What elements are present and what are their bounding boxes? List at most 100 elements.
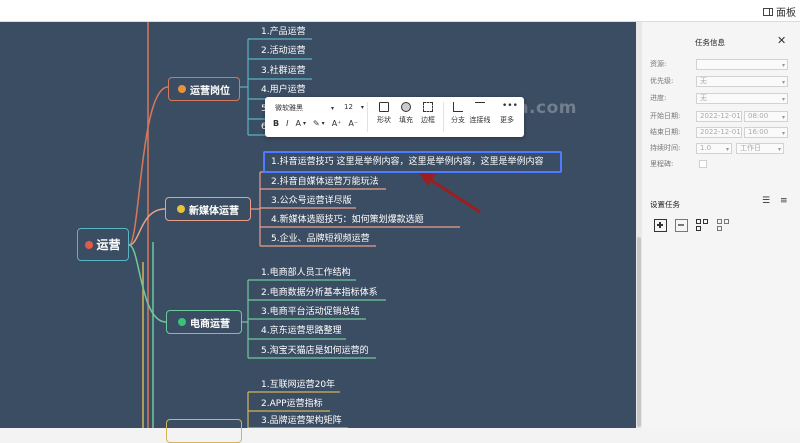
chevron-down-icon: ▾ (360, 103, 364, 111)
progress-label: 进度: (650, 94, 667, 102)
end-date-field[interactable]: 2022-12-01 (696, 126, 742, 138)
chevron-down-icon: ▾ (781, 113, 785, 121)
font-select[interactable]: 微软雅黑 ▾ (275, 103, 334, 113)
duration-unit-select[interactable]: 工作日 ▾ (736, 142, 784, 154)
list-item[interactable]: 3.社群运营 (261, 64, 306, 78)
panel-toggle-label: 面板 (776, 8, 796, 19)
list-settings-icon[interactable]: ≡ (780, 196, 788, 206)
more-icon: ••• (502, 101, 518, 111)
milestone-label: 里程碑: (650, 160, 674, 168)
list-item[interactable]: 5.淘宝天猫店是如何运营的 (261, 344, 369, 358)
duration-label: 持续时间: (650, 144, 681, 152)
duration-value: 1.0 (700, 143, 712, 152)
list-item[interactable]: 3.公众号运营详尽版 (271, 194, 352, 208)
connector-tool-label: 连接线 (469, 116, 491, 124)
connector-tool-button[interactable]: 连接线 (467, 102, 493, 125)
chevron-down-icon: ▾ (321, 120, 325, 127)
fill-tool-label: 填充 (399, 116, 413, 124)
border-icon (423, 102, 433, 112)
increase-font-button[interactable]: A⁺ (332, 119, 342, 128)
remove-task-icon[interactable] (675, 219, 688, 232)
selected-list-item[interactable]: 1.抖音运营技巧 这里是举例内容，这里是举例内容，这里是举例内容 (271, 155, 543, 169)
panel-toggle-button[interactable]: 面板 (763, 4, 796, 19)
add-subtask-icon[interactable] (696, 219, 709, 232)
start-date-field[interactable]: 2022-12-01 (696, 110, 742, 122)
branch-node-3[interactable]: 电商运营 (166, 310, 242, 334)
list-item[interactable]: 1.互联网运营20年 (261, 378, 335, 392)
start-date-value: 2022-12-01 (700, 111, 741, 120)
list-item[interactable]: 5.企业、品牌短视频运营 (271, 232, 370, 246)
chevron-down-icon: ▾ (781, 95, 785, 103)
end-time-field[interactable]: 16:00 ▾ (744, 126, 788, 138)
shape-icon (379, 102, 389, 112)
start-time-field[interactable]: 08:00 ▾ (744, 110, 788, 122)
remove-subtask-icon[interactable] (717, 219, 730, 232)
shape-tool-label: 形状 (377, 116, 391, 124)
list-options-icon[interactable]: ☰ (762, 196, 770, 206)
list-item[interactable]: 2.抖音自媒体运营万能玩法 (271, 175, 379, 189)
list-item[interactable]: 1.产品运营 (261, 25, 306, 39)
add-task-icon[interactable] (654, 219, 667, 232)
fill-icon (401, 102, 411, 112)
branch-node-4[interactable] (166, 419, 242, 443)
font-size-value: 12 (344, 103, 353, 111)
font-select-value: 微软雅黑 (275, 104, 303, 112)
chevron-down-icon: ▾ (781, 61, 785, 69)
branch-3-label: 电商运营 (190, 318, 230, 330)
priority-select[interactable]: 无 ▾ (696, 75, 788, 87)
format-toolbar: 微软雅黑 ▾ 12 ▾ B I A ▾ ✎ ▾ A⁺ A⁻ 形状 填充 边框 分… (265, 97, 524, 137)
branch-tool-label: 分支 (451, 116, 465, 124)
milestone-checkbox[interactable] (699, 160, 707, 168)
branch-2-label: 新媒体运营 (189, 205, 239, 217)
branch-2-badge-icon (177, 205, 185, 213)
brush-icon[interactable]: ✎ (313, 119, 320, 128)
end-date-label: 结束日期: (650, 128, 681, 136)
root-node-label: 运营 (96, 238, 121, 252)
list-item[interactable]: 1.电商部人员工作结构 (261, 266, 351, 280)
branch-3-badge-icon (178, 318, 186, 326)
root-badge-icon (85, 240, 94, 249)
chevron-down-icon: ▾ (777, 145, 781, 153)
italic-button[interactable]: I (286, 119, 288, 128)
decrease-font-button[interactable]: A⁻ (348, 119, 358, 128)
bold-button[interactable]: B (273, 119, 279, 128)
list-item[interactable]: 3.电商平台活动促销总结 (261, 305, 360, 319)
chevron-down-icon: ▾ (781, 129, 785, 137)
task-panel: 任务信息 ✕ 资源: ▾ 优先级: 无 ▾ 进度: 无 ▾ 开始日期: 2022-1… (642, 22, 800, 428)
list-item[interactable]: 2.电商数据分析基本指标体系 (261, 286, 378, 300)
more-tool-button[interactable]: ••• 更多 (494, 102, 520, 125)
list-item[interactable]: 2.活动运营 (261, 44, 306, 58)
set-task-title: 设置任务 (650, 200, 680, 209)
branch-node-2[interactable]: 新媒体运营 (165, 197, 251, 221)
branch-node-1[interactable]: 运营岗位 (168, 77, 240, 101)
scrollbar-thumb[interactable] (637, 237, 641, 427)
duration-field[interactable]: 1.0 ▾ (696, 142, 732, 154)
chevron-down-icon: ▾ (331, 104, 335, 112)
border-tool-button[interactable]: 边框 (415, 102, 441, 125)
chevron-down-icon: ▾ (725, 145, 729, 153)
close-icon[interactable]: ✕ (777, 34, 786, 47)
font-size-select[interactable]: 12 ▾ (344, 103, 364, 111)
start-time-value: 08:00 (748, 111, 769, 120)
font-color-button[interactable]: A (295, 119, 300, 128)
list-item[interactable]: 4.新媒体选题技巧：如何策划爆款选题 (271, 213, 424, 227)
priority-label: 优先级: (650, 77, 674, 85)
branch-1-label: 运营岗位 (190, 85, 230, 97)
end-date-value: 2022-12-01 (700, 127, 741, 136)
list-item[interactable]: 2.APP运营指标 (261, 397, 323, 411)
end-time-value: 16:00 (748, 127, 769, 136)
top-bar: 面板 (0, 0, 800, 22)
list-item[interactable]: 3.品牌运营架构矩阵 (261, 414, 342, 428)
duration-unit-value: 工作日 (740, 143, 761, 152)
resource-label: 资源: (650, 60, 667, 68)
panel-icon (763, 7, 773, 16)
chevron-down-icon: ▾ (302, 120, 306, 127)
branch-1-badge-icon (178, 85, 186, 93)
priority-value: 无 (700, 76, 707, 85)
list-item[interactable]: 4.用户运营 (261, 83, 306, 97)
root-node[interactable]: 运营 (77, 228, 129, 261)
progress-select[interactable]: 无 ▾ (696, 92, 788, 104)
resource-field[interactable]: ▾ (696, 58, 788, 70)
list-item[interactable]: 4.京东运营思路整理 (261, 324, 342, 338)
start-date-label: 开始日期: (650, 112, 681, 120)
